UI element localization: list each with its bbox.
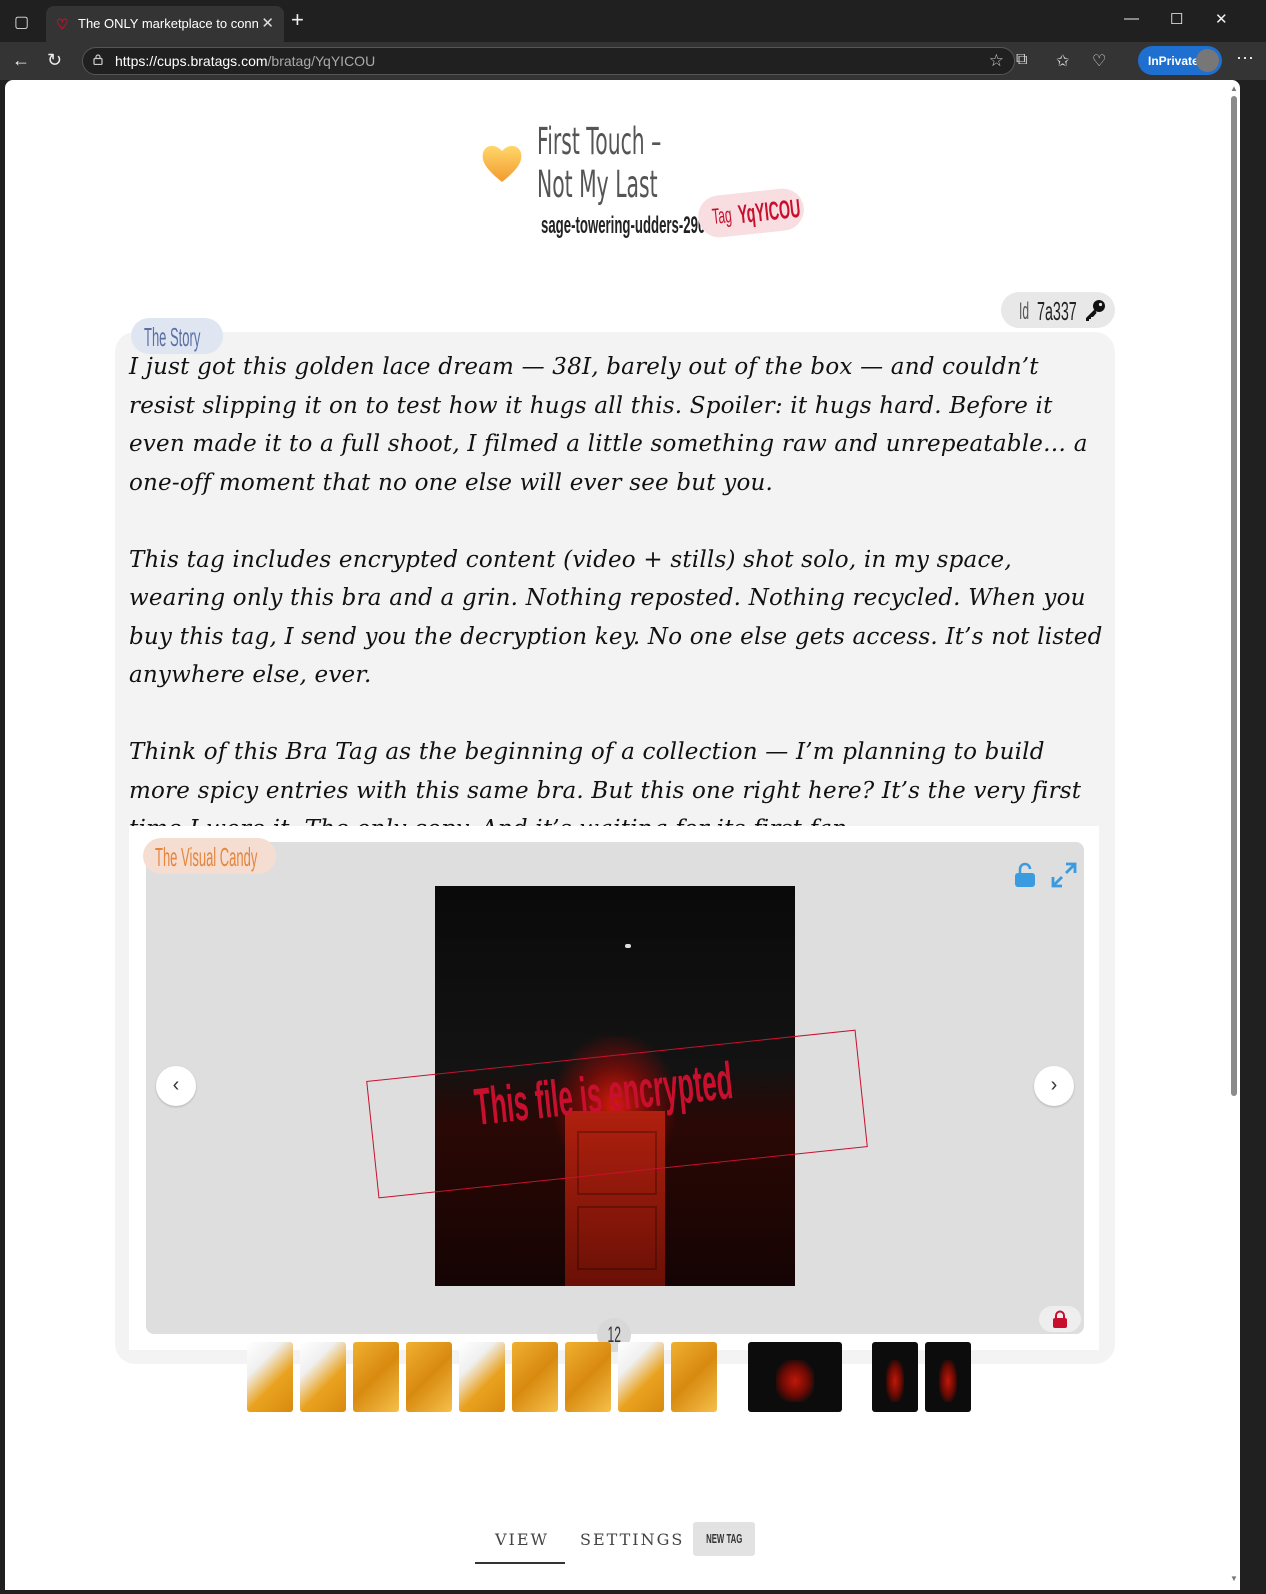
browser-tab[interactable]: ♡ The ONLY marketplace to connect ✕	[46, 6, 284, 42]
browser-toolbar: ← ↻ https://cups.bratags.com/bratag/YqYI…	[0, 42, 1266, 80]
minimize-icon[interactable]: —	[1124, 10, 1139, 27]
expand-icon[interactable]	[1051, 862, 1077, 888]
scroll-up-icon[interactable]: ▲	[1230, 84, 1238, 93]
lock-icon	[93, 54, 103, 65]
address-bar[interactable]: https://cups.bratags.com/bratag/YqYICOU …	[82, 47, 1015, 75]
next-image-button[interactable]: ›	[1034, 1066, 1074, 1106]
lock-closed-icon	[1053, 1310, 1067, 1328]
favorites-icon[interactable]: ✩	[1056, 51, 1069, 71]
extensions-icon[interactable]: ⧉	[1016, 51, 1027, 69]
inprivate-button[interactable]: InPrivate	[1138, 46, 1222, 75]
thumbnail[interactable]	[565, 1342, 611, 1412]
tag-value: YqYICOU	[736, 192, 802, 230]
close-window-icon[interactable]: ✕	[1215, 10, 1228, 28]
thumbnail[interactable]	[512, 1342, 558, 1412]
subtitle-row: sage-towering-udders-290 Tag YqYICOU	[5, 186, 1240, 252]
id-value: 7a337	[1037, 296, 1077, 326]
page-viewport: ▲ ▼ First Touch – Not My Last sage-tower…	[5, 80, 1240, 1590]
thumbnail[interactable]	[925, 1342, 971, 1412]
refresh-icon[interactable]: ↻	[47, 50, 62, 70]
active-tab-indicator	[475, 1562, 565, 1564]
chevron-left-icon: ‹	[172, 1074, 180, 1096]
tag-label: Tag	[710, 202, 733, 230]
id-label: Id	[1019, 298, 1030, 325]
close-tab-icon[interactable]: ✕	[261, 14, 274, 32]
locked-badge	[1039, 1306, 1081, 1332]
unlock-icon[interactable]	[1013, 862, 1037, 888]
thumbnail-strip	[5, 1342, 1240, 1412]
heart-icon	[482, 145, 521, 182]
browser-titlebar: ▢ ♡ The ONLY marketplace to connect ✕ + …	[0, 0, 1266, 42]
chevron-right-icon: ›	[1050, 1074, 1058, 1096]
bottom-nav: VIEW SETTINGS NEW TAG	[5, 1520, 1240, 1580]
thumbnail[interactable]	[872, 1342, 918, 1412]
thumbnail[interactable]	[300, 1342, 346, 1412]
tag-badge: Tag YqYICOU	[696, 186, 806, 240]
tab-settings[interactable]: SETTINGS	[580, 1530, 684, 1549]
thumbnail[interactable]	[618, 1342, 664, 1412]
url-text: https://cups.bratags.com/bratag/YqYICOU	[115, 53, 376, 69]
tab-view[interactable]: VIEW	[495, 1530, 549, 1549]
back-icon[interactable]: ←	[12, 50, 30, 70]
new-tab-icon[interactable]: +	[291, 9, 304, 31]
maximize-icon[interactable]: ☐	[1170, 10, 1183, 28]
profile-avatar	[1196, 49, 1219, 72]
thumbnail[interactable]	[406, 1342, 452, 1412]
thumbnail[interactable]	[353, 1342, 399, 1412]
story-paragraph: I just got this golden lace dream — 38I,…	[129, 354, 1088, 496]
thumbnail[interactable]	[671, 1342, 717, 1412]
key-icon[interactable]	[1083, 298, 1107, 322]
previous-image-button[interactable]: ‹	[156, 1066, 196, 1106]
tab-title: The ONLY marketplace to connect	[78, 16, 258, 31]
new-tag-button[interactable]: NEW TAG	[693, 1522, 755, 1556]
username[interactable]: sage-towering-udders-290	[541, 212, 705, 240]
story-paragraph: This tag includes encrypted content (vid…	[129, 546, 1103, 689]
thumbnail[interactable]	[459, 1342, 505, 1412]
more-menu-icon[interactable]: ⋯	[1236, 48, 1255, 69]
favorite-star-icon[interactable]: ☆	[989, 51, 1004, 71]
thumbnail[interactable]	[748, 1342, 842, 1412]
thumbnail[interactable]	[247, 1342, 293, 1412]
visual-candy-tab: The Visual Candy	[143, 838, 276, 874]
site-favicon-icon: ♡	[56, 16, 69, 32]
story-text: I just got this golden lace dream — 38I,…	[129, 348, 1104, 887]
id-badge[interactable]: Id 7a337	[1001, 292, 1115, 328]
sidebar-toggle-icon[interactable]: ▢	[14, 12, 29, 32]
browser-essentials-icon[interactable]: ♡	[1092, 51, 1106, 71]
